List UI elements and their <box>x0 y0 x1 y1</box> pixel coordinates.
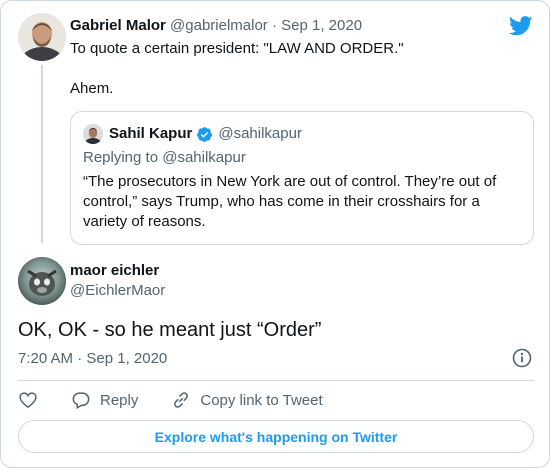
main-tweet-text: OK, OK - so he meant just “Order” <box>18 319 322 341</box>
avatar-sahil-kapur[interactable] <box>83 124 103 144</box>
parent-author-name[interactable]: Gabriel Malor <box>70 17 166 34</box>
parent-tweet-text-line2: Ahem. <box>70 80 114 97</box>
parent-tweet-date[interactable]: Sep 1, 2020 <box>281 17 362 34</box>
quoted-tweet[interactable]: Sahil Kapur @sahilkapur Replying to @sah… <box>70 111 534 245</box>
replying-to-text: Replying to @sahilkapur <box>83 149 246 166</box>
explore-twitter-button[interactable]: Explore what's happening on Twitter <box>18 420 534 453</box>
like-button[interactable] <box>18 390 38 410</box>
embedded-tweet-card: Gabriel Malor @gabrielmalor · Sep 1, 202… <box>0 0 550 468</box>
twitter-bird-icon[interactable] <box>508 15 533 37</box>
heart-icon <box>19 392 37 409</box>
copy-link-label: Copy link to Tweet <box>200 391 323 409</box>
main-author-handle[interactable]: @EichlerMaor <box>70 281 165 301</box>
avatar-maor-eichler[interactable] <box>18 257 66 305</box>
copy-link-button[interactable]: Copy link to Tweet <box>171 390 323 410</box>
quoted-author-name[interactable]: Sahil Kapur <box>109 124 192 144</box>
parent-author-handle[interactable]: @gabrielmalor <box>170 17 268 34</box>
reply-button[interactable]: Reply <box>71 390 138 410</box>
header-separator: · <box>271 17 277 34</box>
link-icon <box>174 392 189 408</box>
quoted-tweet-header: Sahil Kapur @sahilkapur <box>109 124 302 144</box>
info-icon[interactable] <box>511 347 533 369</box>
verified-badge-icon <box>196 126 213 143</box>
parent-tweet-header: Gabriel Malor @gabrielmalor · Sep 1, 202… <box>70 16 362 36</box>
parent-tweet-text-line1: To quote a certain president: "LAW AND O… <box>70 40 404 57</box>
reply-label: Reply <box>100 391 139 409</box>
main-author-name[interactable]: maor eichler <box>70 261 159 281</box>
divider <box>18 380 534 381</box>
main-tweet-timestamp[interactable]: 7:20 AM · Sep 1, 2020 <box>18 349 167 369</box>
thread-connector-line <box>41 65 43 243</box>
reply-bubble-icon <box>72 392 90 410</box>
quoted-author-handle[interactable]: @sahilkapur <box>218 124 302 144</box>
explore-label: Explore what's happening on Twitter <box>154 428 398 445</box>
avatar-gabriel-malor[interactable] <box>18 13 66 61</box>
quoted-tweet-text: “The prosecutors in New York are out of … <box>83 173 497 230</box>
tweet-actions: Reply Copy link to Tweet <box>18 389 323 411</box>
